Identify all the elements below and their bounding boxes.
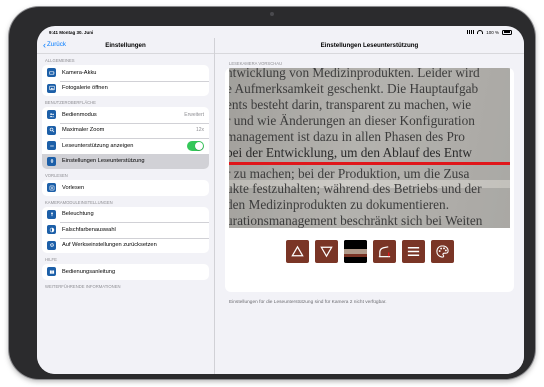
line-color-button[interactable] xyxy=(343,240,367,263)
chevron-left-icon: ‹ xyxy=(43,39,46,50)
preview-text-line: ukte festzuhalten; während des Betriebs … xyxy=(229,181,482,196)
preview-header: LESEKAMERA VORSCHAU xyxy=(229,61,283,66)
preview-text-line: management ist dazu in allen Phasen des … xyxy=(229,129,465,144)
sidebar-item-bedienungsanleitung[interactable]: Bedienungsanleitung xyxy=(42,264,209,280)
section-header-vorlesen: VORLESEN xyxy=(45,173,68,178)
sidebar-item-label: Auf Werkseinstellungen zurücksetzen xyxy=(62,242,157,249)
sidebar-item-vorlesen[interactable]: Vorlesen xyxy=(42,180,209,196)
sidebar-item-fotogalerie[interactable]: Fotogalerie öffnen xyxy=(42,80,209,97)
status-bar: 9:41 Montag 30. Juni 100 % xyxy=(37,26,524,38)
book-icon xyxy=(47,267,56,277)
reading-guide-line xyxy=(229,162,510,165)
sidebar-item-label: Bedienmodus xyxy=(62,111,97,118)
section-header-kameramoduleinstellungen: KAMERAMODULEINSTELLUNGEN xyxy=(45,199,113,205)
speech-icon xyxy=(47,183,56,193)
triangle-down-icon xyxy=(319,246,333,258)
sidebar-item-label: Bedienungsanleitung xyxy=(62,268,116,275)
back-label: Zurück xyxy=(47,41,66,48)
availability-note: Einstellungen für die Leseunterstützung … xyxy=(229,300,387,305)
sidebar-item-falschfarbenauswahl[interactable]: Falschfarbenauswahl xyxy=(42,222,209,238)
cellular-signal-icon xyxy=(467,30,475,34)
triangle-up-icon xyxy=(290,245,304,257)
preview-text-line: r zu machen; bei der Produktion, um die … xyxy=(229,166,470,181)
ipad-frame: 9:41 Montag 30. Juni 100 % ‹ Zurück Eins… xyxy=(9,7,535,379)
group-allgemeines: Kamera-Akku Fotogalerie öffnen xyxy=(42,65,209,96)
color-swatch-icon xyxy=(343,240,367,263)
gear-icon xyxy=(47,240,56,250)
settings-sidebar: ‹ Zurück Einstellungen ALLGEMEINES Kamer… xyxy=(37,38,215,374)
updown-arrows-icon xyxy=(47,156,56,166)
minus-icon xyxy=(47,141,56,151)
preview-text-line: den Medizinprodukten zu dokumentieren. xyxy=(229,197,450,212)
battery-percent: 100 % xyxy=(486,29,499,35)
lines-button[interactable] xyxy=(401,240,425,263)
palette-button[interactable] xyxy=(430,240,454,263)
section-header-allgemeines: ALLGEMEINES xyxy=(45,58,75,63)
preview-text-line: e Aufmerksamkeit geschenkt. Die Hauptauf… xyxy=(229,81,479,96)
move-down-button[interactable] xyxy=(314,240,338,263)
sidebar-item-label: Vorlesen xyxy=(62,184,85,191)
preview-text-line: urationsmanagement beschränkt sich bei W… xyxy=(229,213,483,228)
sidebar-item-value: Erweitert xyxy=(184,111,204,118)
sidebar-item-label: Maximaler Zoom xyxy=(62,127,105,134)
line-angle-icon xyxy=(378,246,390,258)
group-benutzeroberflaeche: Bedienmodus Erweitert Maximaler Zoom 12x… xyxy=(42,107,209,169)
sidebar-item-leseunterstuetzung-anzeigen: Leseunterstützung anzeigen xyxy=(42,138,209,154)
preview-text-line: ents besteht darin, transparent zu mache… xyxy=(229,97,472,112)
sidebar-nav-bar: ‹ Zurück Einstellungen xyxy=(37,38,214,54)
light-icon xyxy=(47,209,56,219)
screen: 9:41 Montag 30. Juni 100 % ‹ Zurück Eins… xyxy=(37,26,524,374)
preview-text-line: ntwicklung von Medizinprodukten. Leider … xyxy=(229,68,480,80)
sidebar-item-einstellungen-leseunterstuetzung[interactable]: Einstellungen Leseunterstützung xyxy=(42,153,209,169)
sidebar-item-label: Kamera-Akku xyxy=(62,69,97,76)
detail-panel: Einstellungen Leseunterstützung LESEKAME… xyxy=(215,38,524,374)
sidebar-item-beleuchtung[interactable]: Beleuchtung xyxy=(42,207,209,223)
wifi-icon xyxy=(477,30,484,34)
reading-aid-toolbar xyxy=(225,240,514,263)
battery-icon xyxy=(47,68,56,78)
photo-gallery-icon xyxy=(47,83,56,93)
group-vorlesen: Vorlesen xyxy=(42,180,209,196)
preview-text-line: r und wie Änderungen an dieser Konfigura… xyxy=(229,113,475,128)
reading-camera-preview: ntwicklung von Medizinprodukten. Leider … xyxy=(229,68,510,228)
sidebar-item-value: 12x xyxy=(195,127,204,134)
sidebar-item-kamera-akku[interactable]: Kamera-Akku xyxy=(42,65,209,81)
preview-text-line: bei der Entwicklung, um den Ablauf des E… xyxy=(229,145,472,160)
section-header-hilfe: HILFE xyxy=(45,257,57,262)
sidebar-item-werkseinstellungen[interactable]: Auf Werkseinstellungen zurücksetzen xyxy=(42,237,209,254)
back-button[interactable]: ‹ Zurück xyxy=(43,39,66,50)
move-up-button[interactable] xyxy=(285,240,309,263)
sidebar-item-label: Beleuchtung xyxy=(62,211,94,218)
line-thickness-button[interactable] xyxy=(372,240,396,263)
hamburger-icon xyxy=(407,247,419,256)
status-time: 9:41 Montag 30. Juni xyxy=(49,29,94,35)
status-indicators: 100 % xyxy=(467,29,512,35)
magnifier-icon xyxy=(47,125,56,135)
sidebar-item-label: Leseunterstützung anzeigen xyxy=(62,142,134,149)
people-icon xyxy=(47,110,56,120)
preview-card: ntwicklung von Medizinprodukten. Leider … xyxy=(225,68,514,292)
group-hilfe: Bedienungsanleitung xyxy=(42,264,209,280)
front-camera xyxy=(270,12,274,16)
battery-icon xyxy=(502,29,512,35)
detail-title: Einstellungen Leseunterstützung xyxy=(215,38,524,54)
group-kameramoduleinstellungen: Beleuchtung Falschfarbenauswahl Auf Werk… xyxy=(42,206,209,254)
sidebar-item-maximaler-zoom[interactable]: Maximaler Zoom 12x xyxy=(42,122,209,139)
sidebar-item-label: Fotogalerie öffnen xyxy=(62,85,108,92)
contrast-icon xyxy=(47,225,56,235)
section-header-weiterfuehrende-informationen: WEITERFÜHRENDE INFORMATIONEN xyxy=(45,283,121,289)
sidebar-item-label: Falschfarbenauswahl xyxy=(62,226,116,233)
section-header-benutzeroberflaeche: BENUTZEROBERFLÄCHE xyxy=(45,100,96,105)
leseunterstuetzung-toggle[interactable] xyxy=(187,140,204,151)
palette-icon xyxy=(435,245,449,258)
sidebar-item-bedienmodus[interactable]: Bedienmodus Erweitert xyxy=(42,107,209,123)
sidebar-item-label: Einstellungen Leseunterstützung xyxy=(62,158,145,165)
